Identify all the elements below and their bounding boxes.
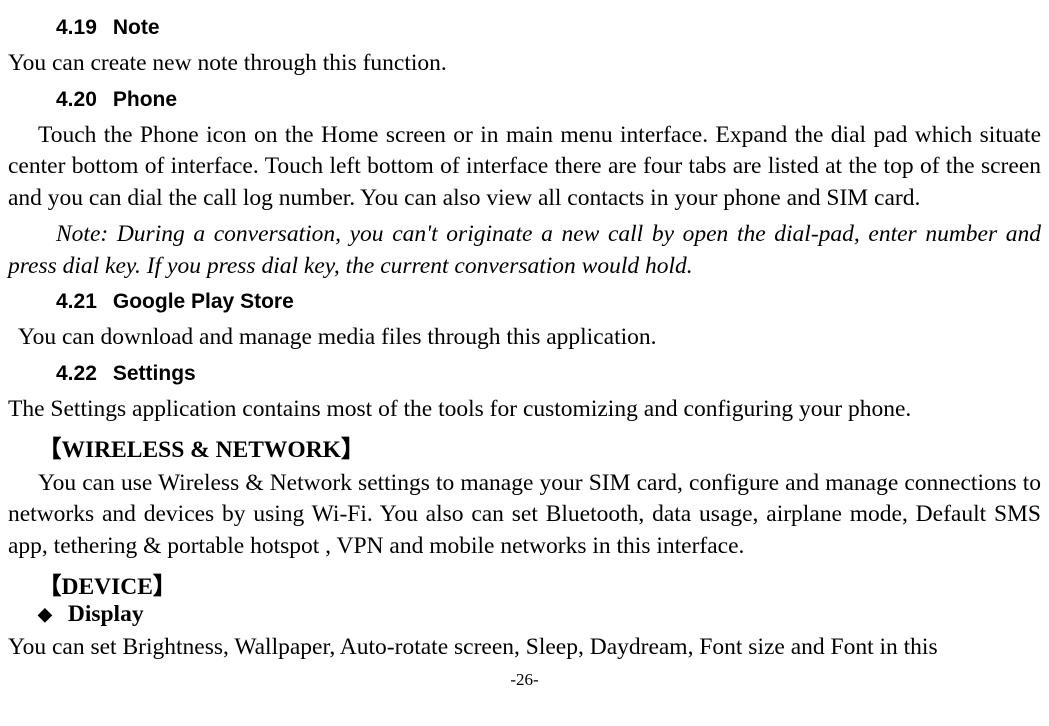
heading-title: Google Play Store (113, 290, 294, 313)
heading-4-22: 4.22 Settings (56, 362, 1041, 386)
heading-title: Phone (113, 88, 177, 111)
paragraph: You can use Wireless & Network settings … (8, 468, 1041, 563)
heading-4-21: 4.21 Google Play Store (56, 290, 1041, 314)
subheading-device: 【DEVICE】 (38, 567, 1041, 601)
paragraph: Touch the Phone icon on the Home screen … (8, 120, 1041, 215)
document-page: 4.19 Note You can create new note through… (0, 0, 1049, 702)
page-number: -26- (8, 670, 1041, 690)
bullet-display: ◆ Display (38, 601, 1041, 628)
heading-title: Settings (113, 362, 196, 385)
heading-number: 4.20 (56, 88, 97, 112)
bullet-label: Display (68, 601, 144, 628)
note-paragraph: Note: During a conversation, you can't o… (8, 219, 1041, 282)
heading-number: 4.21 (56, 290, 97, 314)
heading-4-19: 4.19 Note (56, 16, 1041, 40)
diamond-bullet-icon: ◆ (38, 605, 52, 623)
heading-title: Note (113, 16, 160, 39)
heading-number: 4.19 (56, 16, 97, 40)
paragraph: You can create new note through this fun… (8, 48, 1041, 80)
paragraph: The Settings application contains most o… (8, 394, 1041, 426)
subheading-wireless-network: 【WIRELESS & NETWORK】 (38, 430, 1041, 464)
paragraph: You can set Brightness, Wallpaper, Auto-… (8, 632, 1041, 664)
heading-number: 4.22 (56, 362, 97, 386)
paragraph: You can download and manage media files … (8, 322, 1041, 354)
heading-4-20: 4.20 Phone (56, 88, 1041, 112)
